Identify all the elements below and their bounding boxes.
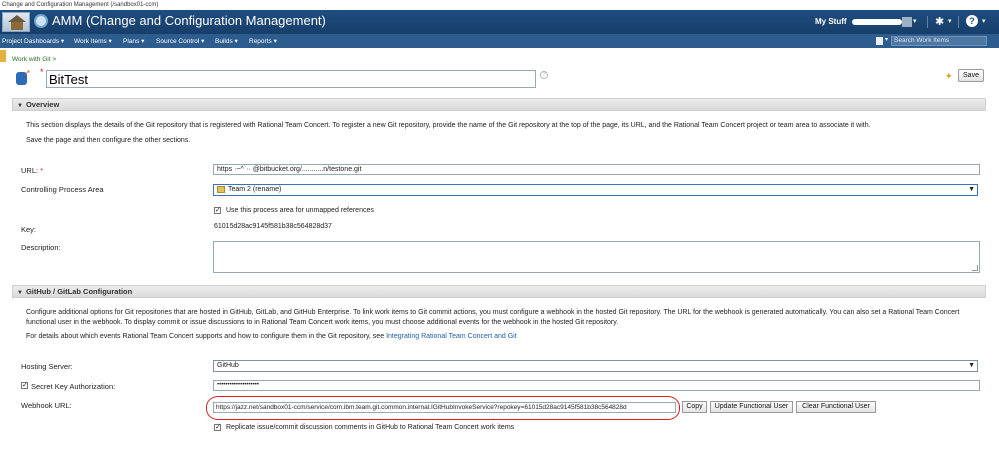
- team-area-icon: [217, 185, 225, 193]
- overview-save-hint: Save the page and then configure the oth…: [26, 137, 191, 144]
- repository-name-input[interactable]: [46, 70, 536, 88]
- nav-builds[interactable]: Builds ▾: [215, 37, 238, 45]
- user-menu[interactable]: ▾: [852, 17, 918, 27]
- use-area-label: Use this process area for unmapped refer…: [226, 207, 374, 214]
- process-area-label: Controlling Process Area: [21, 185, 104, 194]
- description-textarea[interactable]: [213, 241, 980, 273]
- nav-project-dashboards[interactable]: Project Dashboards ▾: [2, 37, 64, 45]
- divider: [958, 16, 959, 28]
- save-button[interactable]: Save: [958, 69, 984, 82]
- description-label: Description:: [21, 243, 61, 252]
- nav-plans[interactable]: Plans ▾: [123, 37, 144, 45]
- home-icon[interactable]: [2, 12, 30, 32]
- key-value: 61015d28ac9145f581b38c564828d37: [214, 223, 332, 230]
- replicate-checkbox[interactable]: ✓: [214, 424, 221, 431]
- red-annotation-oval: [206, 396, 680, 420]
- username-redacted: [852, 19, 902, 25]
- replicate-label: Replicate issue/commit discussion commen…: [226, 424, 515, 431]
- collapse-triangle-icon: ▼: [17, 103, 23, 109]
- help-icon[interactable]: ?: [966, 15, 978, 27]
- process-area-select[interactable]: Team 2 (rename) ▼: [213, 184, 978, 196]
- update-functional-user-button[interactable]: Update Functional User: [710, 401, 793, 413]
- side-marker: [0, 50, 6, 62]
- overview-section-header[interactable]: ▼ Overview: [12, 98, 986, 111]
- key-label: Key:: [21, 225, 37, 234]
- required-marker: *: [40, 67, 44, 77]
- clear-functional-user-button[interactable]: Clear Functional User: [796, 401, 876, 413]
- window-title: Change and Configuration Management (/sa…: [0, 0, 999, 10]
- search-scope-icon[interactable]: [876, 37, 883, 45]
- chevron-down-icon: ▾: [913, 18, 917, 25]
- github-intro: Configure additional options for Git rep…: [26, 309, 960, 326]
- integrating-link[interactable]: Integrating Rational Team Concert and Gi…: [386, 333, 517, 340]
- secret-key-checkbox[interactable]: ✓: [21, 382, 28, 389]
- search-input[interactable]: Search Work Items: [891, 36, 987, 46]
- chevron-down-icon: ▾: [982, 18, 986, 25]
- nav-reports[interactable]: Reports ▾: [249, 37, 277, 45]
- github-section-header[interactable]: ▼ GitHub / GitLab Configuration: [12, 285, 986, 298]
- resize-handle[interactable]: [972, 265, 978, 271]
- github-details: For details about which events Rational …: [26, 333, 517, 340]
- app-title: AMM (Change and Configuration Management…: [52, 13, 326, 28]
- chevron-down-icon: ▾: [948, 18, 952, 25]
- app-header: AMM (Change and Configuration Management…: [0, 10, 999, 34]
- hosting-server-label: Hosting Server:: [21, 362, 73, 371]
- url-input[interactable]: https ·~^`·· @bitbucket.org/...........n…: [213, 164, 980, 175]
- divider: [927, 16, 928, 28]
- secret-key-input[interactable]: ••••••••••••••••••••: [213, 380, 980, 391]
- chevron-down-icon: ▼: [968, 362, 975, 369]
- overview-description: This section displays the details of the…: [26, 122, 871, 129]
- secret-key-label: Secret Key Authorization:: [31, 382, 116, 391]
- git-repository-icon: ➚: [16, 68, 31, 86]
- nav-work-items[interactable]: Work Items ▾: [74, 37, 112, 45]
- sparkle-icon: ✦: [945, 71, 953, 81]
- use-area-checkbox[interactable]: ✓: [214, 207, 221, 214]
- help-icon[interactable]: ?: [540, 71, 548, 79]
- breadcrumb[interactable]: Work with Git >: [12, 56, 56, 63]
- chevron-down-icon: ▼: [968, 186, 975, 193]
- main-nav: Project Dashboards ▾ Work Items ▾ Plans …: [0, 34, 999, 48]
- gear-icon[interactable]: ✱: [935, 15, 944, 28]
- webhook-url-label: Webhook URL:: [21, 401, 72, 410]
- hosting-server-select[interactable]: GitHub ▼: [213, 360, 978, 372]
- copy-button[interactable]: Copy: [682, 401, 707, 413]
- chevron-down-icon: ▾: [885, 37, 889, 43]
- my-stuff-menu[interactable]: My Stuff: [815, 17, 847, 26]
- user-avatar-icon: [902, 17, 912, 27]
- url-label: URL: *: [21, 166, 44, 175]
- collapse-triangle-icon: ▼: [17, 290, 23, 296]
- jazz-logo-icon: [34, 14, 48, 28]
- nav-source-control[interactable]: Source Control ▾: [156, 37, 204, 45]
